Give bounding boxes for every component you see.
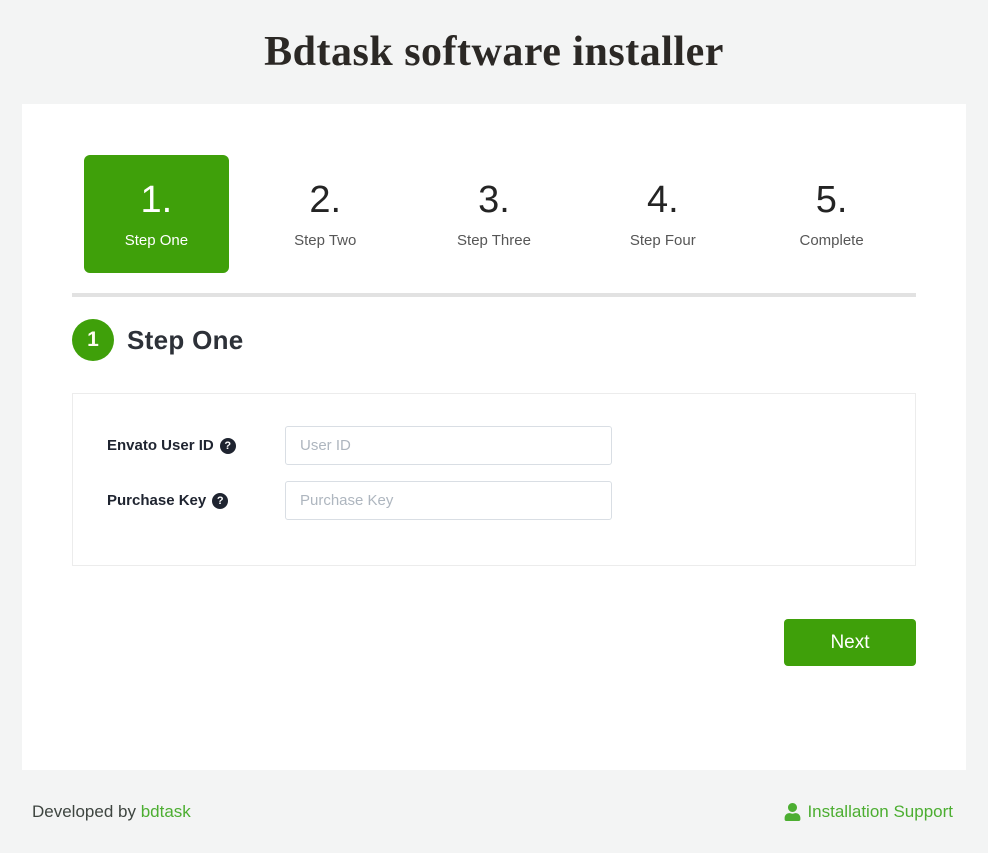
installer-card: 1. Step One 2. Step Two 3. Step Three 4.… xyxy=(22,104,966,770)
step-badge: 1 xyxy=(72,319,114,361)
question-circle-icon[interactable]: ? xyxy=(220,438,236,454)
license-form: Envato User ID ? Purchase Key ? xyxy=(72,393,916,566)
developed-by-text: Developed by bdtask xyxy=(32,802,191,822)
user-id-input[interactable] xyxy=(285,426,612,465)
form-row-purchase-key: Purchase Key ? xyxy=(107,481,915,520)
purchase-key-input[interactable] xyxy=(285,481,612,520)
step-label: Complete xyxy=(759,232,904,249)
steps-divider xyxy=(72,293,916,297)
step-number: 5. xyxy=(759,179,904,223)
bdtask-link[interactable]: bdtask xyxy=(141,802,191,821)
step-number: 1. xyxy=(84,179,229,223)
user-icon xyxy=(784,803,801,821)
step-item-complete[interactable]: 5. Complete xyxy=(759,155,904,273)
form-actions: Next xyxy=(72,619,916,666)
next-button[interactable]: Next xyxy=(784,619,916,666)
installation-support-link[interactable]: Installation Support xyxy=(784,802,953,822)
section-heading: 1 Step One xyxy=(72,319,916,361)
step-item-four[interactable]: 4. Step Four xyxy=(590,155,735,273)
installation-support-label: Installation Support xyxy=(807,802,953,822)
step-number: 3. xyxy=(422,179,567,223)
step-item-two[interactable]: 2. Step Two xyxy=(253,155,398,273)
step-label: Step Three xyxy=(422,232,567,249)
step-label: Step Two xyxy=(253,232,398,249)
step-item-three[interactable]: 3. Step Three xyxy=(422,155,567,273)
section-title: Step One xyxy=(127,325,244,356)
step-label: Step One xyxy=(84,232,229,249)
page-title: Bdtask software installer xyxy=(264,28,724,76)
question-circle-icon[interactable]: ? xyxy=(212,493,228,509)
step-label: Step Four xyxy=(590,232,735,249)
step-nav: 1. Step One 2. Step Two 3. Step Three 4.… xyxy=(72,155,916,273)
page-footer: Developed by bdtask Installation Support xyxy=(32,770,953,853)
step-number: 4. xyxy=(590,179,735,223)
form-row-user-id: Envato User ID ? xyxy=(107,426,915,465)
step-item-one[interactable]: 1. Step One xyxy=(84,155,229,273)
envato-user-id-label: Envato User ID xyxy=(107,437,214,454)
page-header: Bdtask software installer xyxy=(0,0,988,104)
step-number: 2. xyxy=(253,179,398,223)
purchase-key-label: Purchase Key xyxy=(107,492,206,509)
